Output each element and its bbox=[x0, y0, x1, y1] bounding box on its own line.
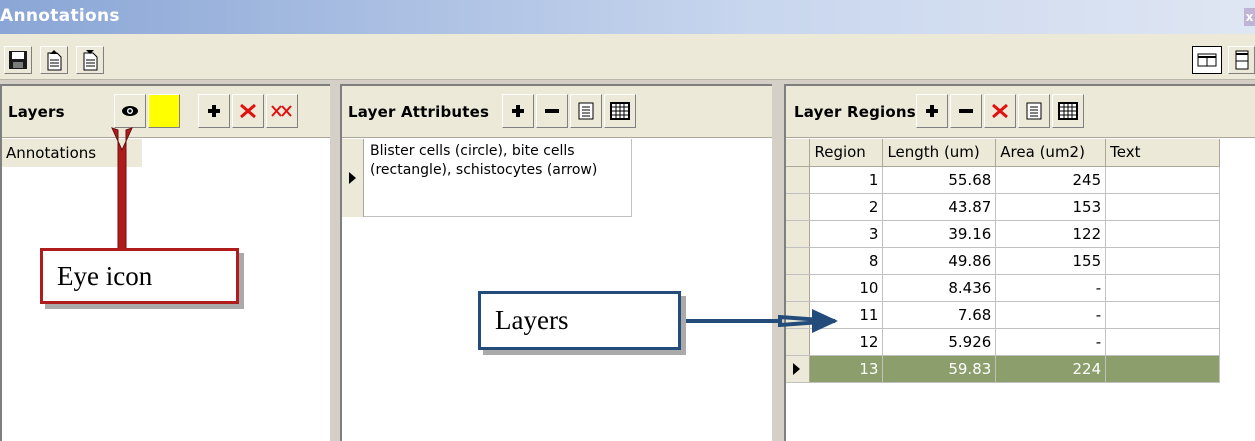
layers-callout-arrow bbox=[680, 314, 836, 328]
annotations-window: Annotations x Layers Annotations Layer A… bbox=[0, 0, 1255, 441]
layers-callout: Layers bbox=[478, 291, 681, 350]
annotation-overlay bbox=[111, 127, 838, 333]
layers-callout-arrowhead bbox=[812, 309, 838, 333]
eye-icon-callout: Eye icon bbox=[40, 248, 239, 304]
